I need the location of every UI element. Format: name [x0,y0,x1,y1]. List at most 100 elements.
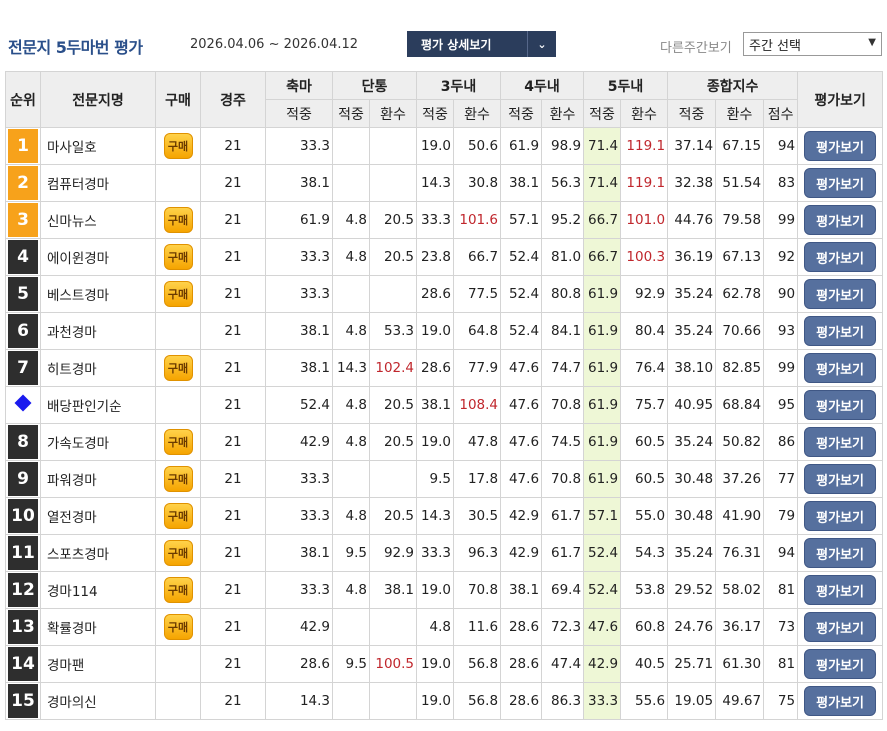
cell-tot-hit: 25.71 [667,645,717,683]
cell-tot-ret: 61.30 [715,645,765,683]
cell-t5-hit: 66.7 [583,238,622,276]
cell-t4-ret: 95.2 [541,201,585,239]
cell-score: 79 [763,497,799,535]
cell-tot-hit: 24.76 [667,608,717,646]
eval-button[interactable]: 평가보기 [804,390,877,420]
detail-view-button[interactable]: 평가 상세보기 ⌄ [407,31,556,57]
col-top3: 3두내 [416,71,502,100]
cell-s-hit [332,275,370,313]
cell-tot-ret: 37.26 [715,460,765,498]
cell-s-ret: 20.5 [368,423,418,461]
cell-t3-hit: 19.0 [416,312,455,350]
cell-t4-ret: 81.0 [541,238,585,276]
cell-t3-hit: 9.5 [416,460,455,498]
cell-tot-ret: 62.78 [715,275,765,313]
cell-axis: 61.9 [265,201,333,239]
buy-button[interactable]: 구매 [163,355,193,381]
col-rank: 순위 [5,71,41,128]
eval-button[interactable]: 평가보기 [804,242,877,272]
buy-button[interactable]: 구매 [163,244,193,270]
cell-s-hit: 9.5 [332,534,370,572]
col-total: 종합지수 [667,71,799,100]
cell-s-hit: 14.3 [332,349,370,387]
cell-s-hit: 4.8 [332,201,370,239]
rank-badge: 5 [8,277,38,311]
eval-button[interactable]: 평가보기 [804,353,877,383]
races-cell: 21 [200,127,266,165]
cell-t4-ret: 80.8 [541,275,585,313]
cell-s-hit [332,127,370,165]
cell-tot-hit: 35.24 [667,275,717,313]
buy-button[interactable]: 구매 [163,614,193,640]
cell-s-ret: 92.9 [368,534,418,572]
cell-score: 95 [763,386,799,424]
publisher-name: 확률경마 [40,608,156,646]
other-week-label: 다른주간보기 [660,41,732,56]
eval-cell: 평가보기 [797,423,884,461]
buy-button[interactable]: 구매 [163,503,193,529]
eval-cell: 평가보기 [797,312,884,350]
eval-button[interactable]: 평가보기 [804,612,877,642]
cell-axis: 33.3 [265,275,333,313]
publisher-name: 컴퓨터경마 [40,164,156,202]
cell-axis: 33.3 [265,127,333,165]
cell-t5-hit: 61.9 [583,423,622,461]
cell-tot-hit: 35.24 [667,312,717,350]
table-row: 배당판인기순 21 52.4 4.8 20.5 38.1 108.4 47.6 70.8 61.9… [5,386,884,424]
cell-score: 77 [763,460,799,498]
eval-cell: 평가보기 [797,275,884,313]
buy-button[interactable]: 구매 [163,540,193,566]
cell-axis: 33.3 [265,238,333,276]
eval-button[interactable]: 평가보기 [804,501,877,531]
cell-tot-ret: 79.58 [715,201,765,239]
cell-s-hit [332,460,370,498]
table-row: 11 스포츠경마 구매 21 38.1 9.5 92.9 33.3 96.3 42.9 61.7 52… [5,534,884,572]
cell-tot-ret: 76.31 [715,534,765,572]
eval-cell: 평가보기 [797,164,884,202]
cell-t4-hit: 47.6 [500,349,543,387]
evaluation-table: 순위 전문지명 구매 경주 축마 단통 3두내 4두내 5두내 종합지수 평가보… [5,71,884,720]
cell-tot-hit: 30.48 [667,460,717,498]
eval-button[interactable]: 평가보기 [804,205,877,235]
eval-button[interactable]: 평가보기 [804,168,877,198]
cell-t5-ret: 55.6 [620,682,669,720]
eval-button[interactable]: 평가보기 [804,464,877,494]
rank-cell: 13 [5,608,41,646]
cell-t4-hit: 38.1 [500,164,543,202]
eval-button[interactable]: 평가보기 [804,279,877,309]
eval-button[interactable]: 평가보기 [804,316,877,346]
week-select[interactable]: 주간 선택 ▼ [743,32,882,56]
publisher-name: 마사일호 [40,127,156,165]
cell-tot-ret: 67.15 [715,127,765,165]
buy-button[interactable]: 구매 [163,207,193,233]
publisher-name: 과천경마 [40,312,156,350]
cell-s-ret [368,460,418,498]
cell-s-hit: 9.5 [332,645,370,683]
buy-button[interactable]: 구매 [163,577,193,603]
cell-t4-ret: 70.8 [541,460,585,498]
buy-button[interactable]: 구매 [163,281,193,307]
cell-s-hit [332,682,370,720]
sub-hit: 적중 [332,99,370,128]
cell-t5-hit: 66.7 [583,201,622,239]
eval-button[interactable]: 평가보기 [804,575,877,605]
rank-badge: 2 [8,166,38,200]
cell-s-hit: 4.8 [332,571,370,609]
table-row: 5 베스트경마 구매 21 33.3 28.6 77.5 52.4 80.8 61.9 92.9 35… [5,275,884,313]
buy-button[interactable]: 구매 [163,133,193,159]
chevron-down-icon[interactable]: ⌄ [527,31,556,57]
cell-axis: 38.1 [265,534,333,572]
cell-t5-ret: 101.0 [620,201,669,239]
buy-cell: 구매 [155,349,201,387]
eval-button[interactable]: 평가보기 [804,131,877,161]
eval-button[interactable]: 평가보기 [804,686,877,716]
cell-t4-ret: 61.7 [541,497,585,535]
buy-cell [155,164,201,202]
eval-button[interactable]: 평가보기 [804,427,877,457]
cell-t5-ret: 119.1 [620,127,669,165]
buy-button[interactable]: 구매 [163,429,193,455]
eval-button[interactable]: 평가보기 [804,538,877,568]
eval-button[interactable]: 평가보기 [804,649,877,679]
buy-button[interactable]: 구매 [163,466,193,492]
cell-t3-hit: 28.6 [416,349,455,387]
